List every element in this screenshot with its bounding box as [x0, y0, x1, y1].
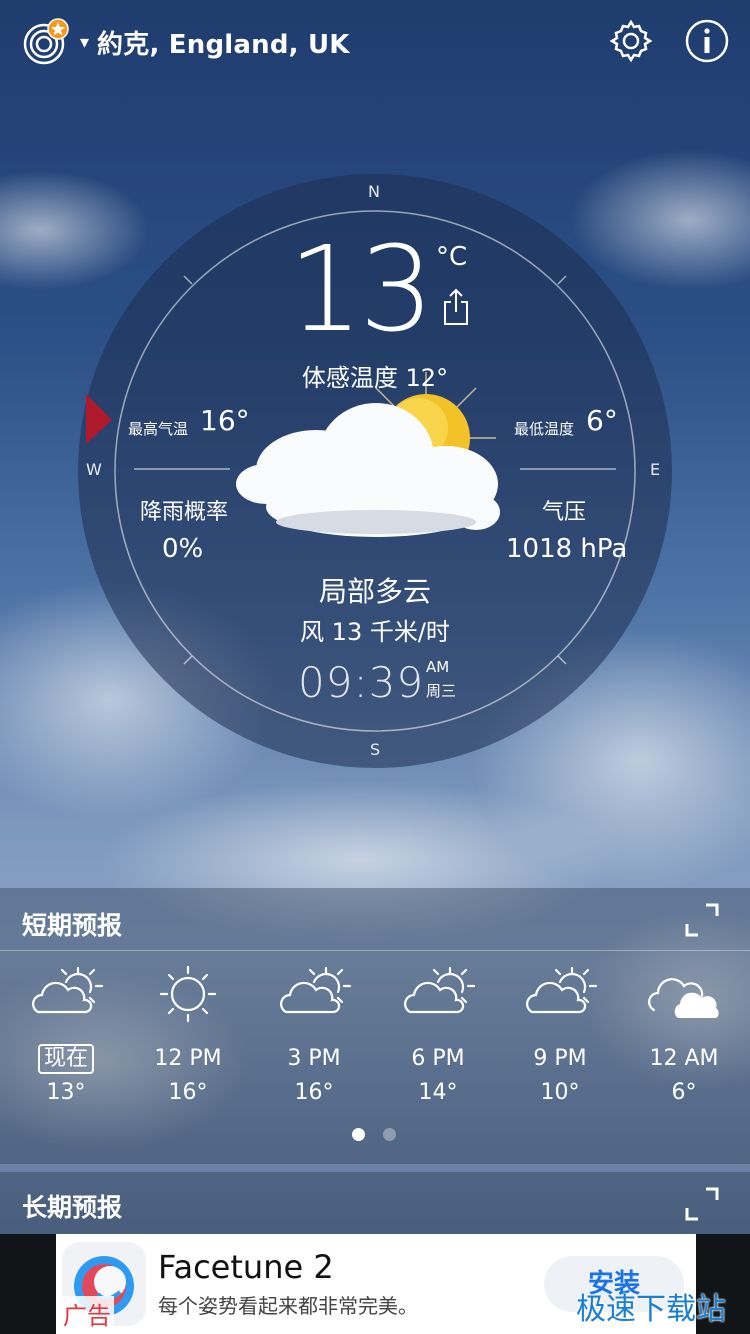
gear-icon[interactable]	[608, 18, 654, 64]
pressure-value: 1018 hPa	[506, 534, 628, 564]
chevron-down-icon: ▾	[80, 31, 90, 53]
hourly-item[interactable]: 3 PM 16°	[254, 964, 374, 1105]
wind-speed: 风 13 千米/时	[300, 618, 450, 646]
ad-title: Facetune 2	[158, 1248, 334, 1286]
high-temp-label: 最高气温	[128, 420, 189, 438]
info-icon[interactable]	[684, 18, 730, 64]
hourly-item[interactable]: 现在 13°	[6, 964, 126, 1105]
hour-label: 9 PM	[533, 1046, 587, 1071]
watermark-text: 极速下载站	[576, 1292, 726, 1327]
hour-label: 12 PM	[154, 1046, 222, 1071]
hour-temp: 6°	[671, 1080, 697, 1105]
hourly-item[interactable]: 6 PM 14°	[378, 964, 498, 1105]
divider	[0, 950, 750, 951]
hour-temp: 16°	[168, 1080, 208, 1105]
ad-label: 广告	[60, 1296, 114, 1331]
hourly-item[interactable]: 12 AM 6°	[624, 964, 744, 1105]
page-indicator[interactable]	[352, 1128, 396, 1141]
hourly-item[interactable]: 9 PM 10°	[500, 964, 620, 1105]
compass-north: N	[368, 182, 380, 201]
top-bar: ▾ 約克, England, UK	[0, 0, 750, 86]
short-forecast-title: 短期预报	[22, 911, 123, 940]
ad-subtitle: 每个姿势看起来都非常完美。	[158, 1294, 418, 1318]
cloud-icon	[648, 978, 719, 1018]
temperature-unit: °C	[436, 242, 468, 272]
partly-sunny-icon	[32, 966, 104, 1014]
compass-west: W	[86, 460, 102, 479]
time-ampm: AM	[426, 658, 450, 676]
sun-icon	[159, 965, 217, 1023]
condition-text: 局部多云	[318, 575, 431, 608]
hour-temp: 13°	[46, 1080, 86, 1105]
hour-temp: 14°	[418, 1080, 458, 1105]
partly-sunny-icon	[526, 966, 598, 1014]
long-forecast-title: 长期预报	[22, 1193, 123, 1222]
weather-dial-text: N E S W 13 °C 体感温度 12° 最高气温 16° 最低温度 6° …	[76, 172, 674, 770]
pressure-label: 气压	[542, 500, 587, 525]
hour-label: 6 PM	[411, 1046, 465, 1071]
compass-east: E	[650, 460, 661, 479]
partly-sunny-icon	[280, 966, 352, 1014]
location-name: 約克, England, UK	[97, 29, 350, 60]
page-dot-active[interactable]	[352, 1128, 365, 1141]
short-forecast-panel: 短期预报 现在 13° 12 PM 16° 3 PM 16° 6 PM 14° …	[0, 888, 750, 1164]
hour-label: 12 AM	[649, 1046, 719, 1071]
current-temperature: 13	[288, 220, 434, 358]
long-forecast-panel: 长期预报	[0, 1172, 750, 1236]
rain-chance-label: 降雨概率	[140, 500, 229, 525]
hour-temp: 10°	[540, 1080, 580, 1105]
low-temp-value: 6°	[586, 404, 618, 437]
hour-temp: 16°	[294, 1080, 334, 1105]
expand-icon[interactable]	[684, 1186, 720, 1222]
compass-south: S	[370, 740, 381, 759]
hour-label-now: 现在	[37, 1044, 94, 1074]
low-temp-label: 最低温度	[514, 420, 575, 438]
weekday: 周三	[426, 682, 457, 700]
hour-label: 3 PM	[287, 1046, 341, 1071]
share-icon[interactable]	[442, 286, 470, 326]
rain-chance-value: 0%	[162, 534, 204, 564]
expand-icon[interactable]	[684, 902, 720, 938]
high-temp-value: 16°	[200, 404, 250, 437]
app-logo-icon[interactable]	[22, 18, 70, 66]
partly-sunny-icon	[404, 966, 476, 1014]
location-selector[interactable]: ▾ 約克, England, UK	[80, 24, 350, 60]
local-time: 09:39	[298, 658, 425, 707]
feels-like: 体感温度 12°	[301, 364, 449, 392]
page-dot[interactable]	[383, 1128, 396, 1141]
hourly-item[interactable]: 12 PM 16°	[128, 964, 248, 1105]
